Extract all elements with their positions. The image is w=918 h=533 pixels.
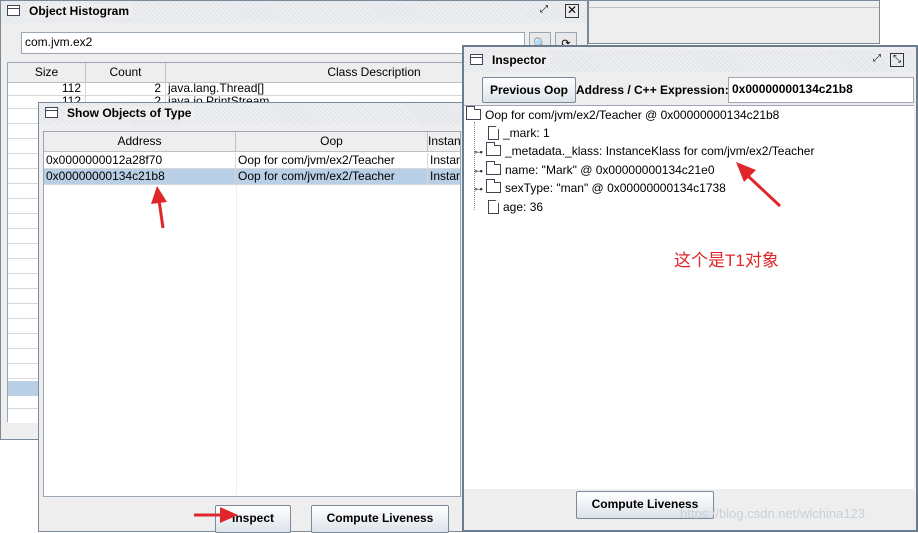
- table-gridline-oop: [236, 185, 237, 495]
- restore-icon[interactable]: ⤢: [537, 4, 551, 18]
- compute-liveness-button[interactable]: Compute Liveness: [311, 505, 449, 533]
- tree-root-label: Oop for com/jvm/ex2/Teacher @ 0x00000000…: [485, 108, 780, 122]
- cell-extra: Instan: [430, 169, 460, 183]
- expand-icon[interactable]: ⊶: [474, 163, 483, 179]
- maximize-icon[interactable]: ⤡: [890, 53, 904, 67]
- file-icon: [488, 200, 499, 214]
- tree-label: name: "Mark" @ 0x00000000134c21e0: [505, 163, 715, 177]
- objects-header: Address Oop Instan: [44, 132, 461, 152]
- folder-icon: [486, 179, 501, 193]
- col-size[interactable]: Size: [8, 63, 86, 82]
- col-count[interactable]: Count: [86, 63, 166, 82]
- table-row-selected[interactable]: 0x00000000134c21b8 Oop for com/jvm/ex2/T…: [44, 169, 460, 185]
- expand-icon[interactable]: ⊶: [474, 144, 483, 160]
- cell-extra: Instan: [430, 153, 460, 167]
- tree-item-age[interactable]: age: 36: [488, 199, 543, 215]
- restore-icon[interactable]: ⤢: [870, 53, 884, 67]
- objects-table: Address Oop Instan 0x0000000012a28f70 Oo…: [43, 131, 461, 497]
- inspector-titlebar[interactable]: Inspector ⤢ ⤡: [464, 50, 916, 72]
- previous-oop-button[interactable]: Previous Oop: [482, 77, 576, 103]
- cell-count: 2: [86, 83, 166, 95]
- tree-item-sextype[interactable]: ⊶ sexType: "man" @ 0x00000000134c1738: [474, 179, 726, 197]
- show-objects-titlebar[interactable]: Show Objects of Type: [39, 103, 463, 125]
- tree-label: sexType: "man" @ 0x00000000134c1738: [505, 181, 726, 195]
- expand-icon[interactable]: ⊶: [474, 181, 483, 197]
- annotation-arrow-name: [736, 162, 782, 208]
- window-icon: [470, 54, 483, 65]
- close-icon[interactable]: ✕: [565, 4, 579, 18]
- annotation-arrow-address: [151, 186, 167, 229]
- tree-label: _metadata._klass: InstanceKlass for com/…: [505, 144, 815, 158]
- file-icon: [488, 126, 499, 140]
- tree-label: age: 36: [503, 200, 544, 214]
- cell-oop: Oop for com/jvm/ex2/Teacher: [236, 153, 428, 168]
- window-icon: [45, 107, 58, 118]
- address-label: Address / C++ Expression:: [576, 83, 729, 97]
- address-input[interactable]: 0x00000000134c21b8: [728, 77, 914, 103]
- histogram-title: Object Histogram: [27, 4, 134, 18]
- col-address[interactable]: Address: [44, 132, 236, 151]
- watermark: https://blog.csdn.net/wlchina123: [680, 506, 866, 521]
- cell-oop: Oop for com/jvm/ex2/Teacher: [236, 169, 428, 184]
- col-oop[interactable]: Oop: [236, 132, 428, 151]
- folder-icon: [486, 142, 501, 156]
- cell-size: 112: [8, 83, 86, 95]
- class-filter-input[interactable]: com.jvm.ex2: [21, 32, 525, 54]
- tree-item-klass[interactable]: ⊶ _metadata._klass: InstanceKlass for com…: [474, 142, 815, 160]
- background-window: [588, 0, 880, 44]
- cell-address: 0x00000000134c21b8: [44, 169, 236, 184]
- tree-item-name[interactable]: ⊶ name: "Mark" @ 0x00000000134c21e0: [474, 161, 715, 179]
- tree-root[interactable]: Oop for com/jvm/ex2/Teacher @ 0x00000000…: [466, 106, 780, 123]
- inspector-title: Inspector: [490, 53, 551, 67]
- table-row[interactable]: 0x0000000012a28f70 Oop for com/jvm/ex2/T…: [44, 153, 460, 169]
- inspector-tree: Oop for com/jvm/ex2/Teacher @ 0x00000000…: [464, 105, 914, 489]
- col-extra[interactable]: Instan: [428, 132, 461, 151]
- annotation-arrow-inspect: [194, 507, 238, 523]
- folder-icon: [486, 161, 501, 175]
- cell-address: 0x0000000012a28f70: [44, 153, 236, 168]
- annotation-text: 这个是T1对象: [674, 251, 779, 270]
- folder-icon: [466, 106, 481, 120]
- tree-item-mark[interactable]: _mark: 1: [488, 125, 550, 141]
- inspector-window: Inspector ⤢ ⤡ Previous Oop Address / C++…: [462, 45, 918, 532]
- histogram-titlebar[interactable]: Object Histogram ⤢ ✕: [1, 1, 587, 23]
- show-objects-window: Show Objects of Type Address Oop Instan …: [38, 102, 464, 533]
- window-icon: [7, 5, 20, 16]
- tree-label: _mark: 1: [503, 126, 550, 140]
- show-objects-title: Show Objects of Type: [65, 106, 196, 120]
